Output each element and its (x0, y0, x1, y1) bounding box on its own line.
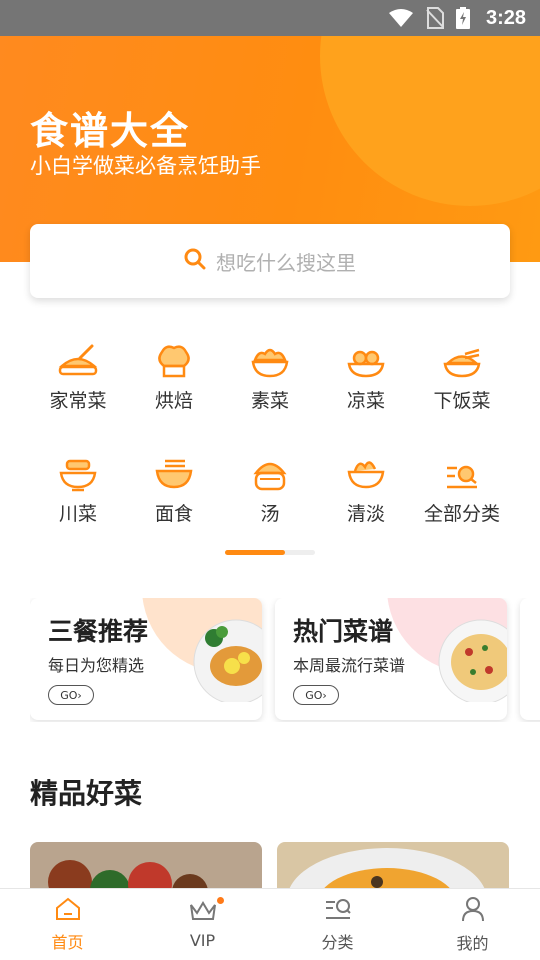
clock: 3:28 (485, 6, 526, 29)
tab-vip[interactable]: VIP (135, 889, 270, 960)
category-label: 素菜 (250, 390, 289, 412)
pasta-dish-image (438, 619, 507, 702)
home-icon (55, 897, 81, 925)
section-title: 精品好菜 (30, 777, 143, 810)
tab-home[interactable]: 首页 (0, 889, 135, 960)
app-title: 食谱大全 (30, 109, 191, 153)
category-label: 凉菜 (346, 390, 385, 412)
promo-carousel[interactable]: 三餐推荐 每日为您精选 GO › 热门菜谱 本周最流行菜谱 GO › (30, 598, 540, 722)
salad-bowl-icon (347, 453, 385, 493)
tab-label: VIP (189, 931, 216, 950)
category-search-icon (445, 453, 479, 493)
bottom-tab-bar: 首页 VIP 分类 我的 (0, 888, 540, 960)
category-label: 川菜 (58, 503, 97, 525)
notification-dot (217, 897, 224, 904)
card-title: 热门菜谱 (293, 617, 394, 646)
category-xiafancai[interactable]: 下饭菜 (414, 340, 510, 413)
category-chuancai[interactable]: 川菜 (30, 453, 126, 526)
noodle-bowl-icon (155, 453, 193, 493)
tab-label: 我的 (456, 933, 489, 953)
wifi-icon (388, 8, 414, 28)
category-mianshi[interactable]: 面食 (126, 453, 222, 526)
go-button[interactable]: GO › (48, 685, 94, 705)
go-label: GO (60, 688, 78, 702)
category-sucai[interactable]: 素菜 (222, 340, 318, 413)
hero-decoration (320, 36, 540, 206)
veggie-bowl-icon (251, 340, 289, 380)
category-liangcai[interactable]: 凉菜 (318, 340, 414, 413)
chef-hat-icon (156, 340, 192, 380)
soup-pot-icon (252, 453, 288, 493)
tab-label: 首页 (51, 932, 84, 952)
search-placeholder: 想吃什么搜这里 (216, 250, 356, 275)
category-qingdan[interactable]: 清淡 (318, 453, 414, 526)
card-subtitle: 本周最流行菜谱 (293, 656, 406, 675)
battery-charging-icon (455, 7, 470, 29)
category-label: 家常菜 (49, 390, 107, 412)
promo-card-meals[interactable]: 三餐推荐 每日为您精选 GO › (30, 598, 262, 720)
go-button[interactable]: GO › (293, 685, 339, 705)
category-tang[interactable]: 汤 (222, 453, 318, 526)
category-all[interactable]: 全部分类 (414, 453, 510, 526)
rice-bowl-icon (443, 340, 481, 380)
category-grid: 家常菜 烘焙 素菜 凉菜 下饭菜 川菜 面食 汤 清淡 全部分类 (30, 340, 510, 566)
search-icon (184, 248, 206, 274)
no-sim-icon (426, 7, 444, 29)
category-icon (324, 897, 352, 925)
app-subtitle: 小白学做菜必备烹饪助手 (30, 154, 261, 178)
cold-dish-icon (347, 340, 385, 380)
category-jiachangcai[interactable]: 家常菜 (30, 340, 126, 413)
hot-bowl-icon (59, 453, 97, 493)
page-indicator-active (225, 550, 285, 555)
profile-icon (461, 896, 485, 926)
go-label: GO (305, 688, 323, 702)
tab-category[interactable]: 分类 (270, 889, 405, 960)
cooking-pot-icon (58, 340, 98, 380)
search-bar[interactable]: 想吃什么搜这里 (30, 224, 510, 298)
promo-card-partial[interactable] (520, 598, 540, 720)
category-label: 面食 (154, 503, 193, 525)
tab-profile[interactable]: 我的 (405, 889, 540, 960)
fish-dish-image (193, 619, 262, 702)
status-bar: 3:28 (0, 0, 540, 36)
category-label: 下饭菜 (433, 390, 491, 412)
promo-card-popular[interactable]: 热门菜谱 本周最流行菜谱 GO › (275, 598, 507, 720)
category-label: 汤 (260, 503, 280, 525)
card-title: 三餐推荐 (48, 617, 149, 646)
chevron-right-icon: › (77, 688, 82, 702)
tab-label: 分类 (321, 932, 354, 952)
category-page-indicator (225, 550, 315, 555)
category-label: 全部分类 (423, 503, 500, 525)
card-subtitle: 每日为您精选 (48, 656, 145, 675)
category-hongbei[interactable]: 烘焙 (126, 340, 222, 413)
chevron-right-icon: › (322, 688, 327, 702)
crown-icon (189, 899, 217, 927)
category-label: 烘焙 (154, 390, 193, 412)
category-label: 清淡 (346, 503, 385, 525)
